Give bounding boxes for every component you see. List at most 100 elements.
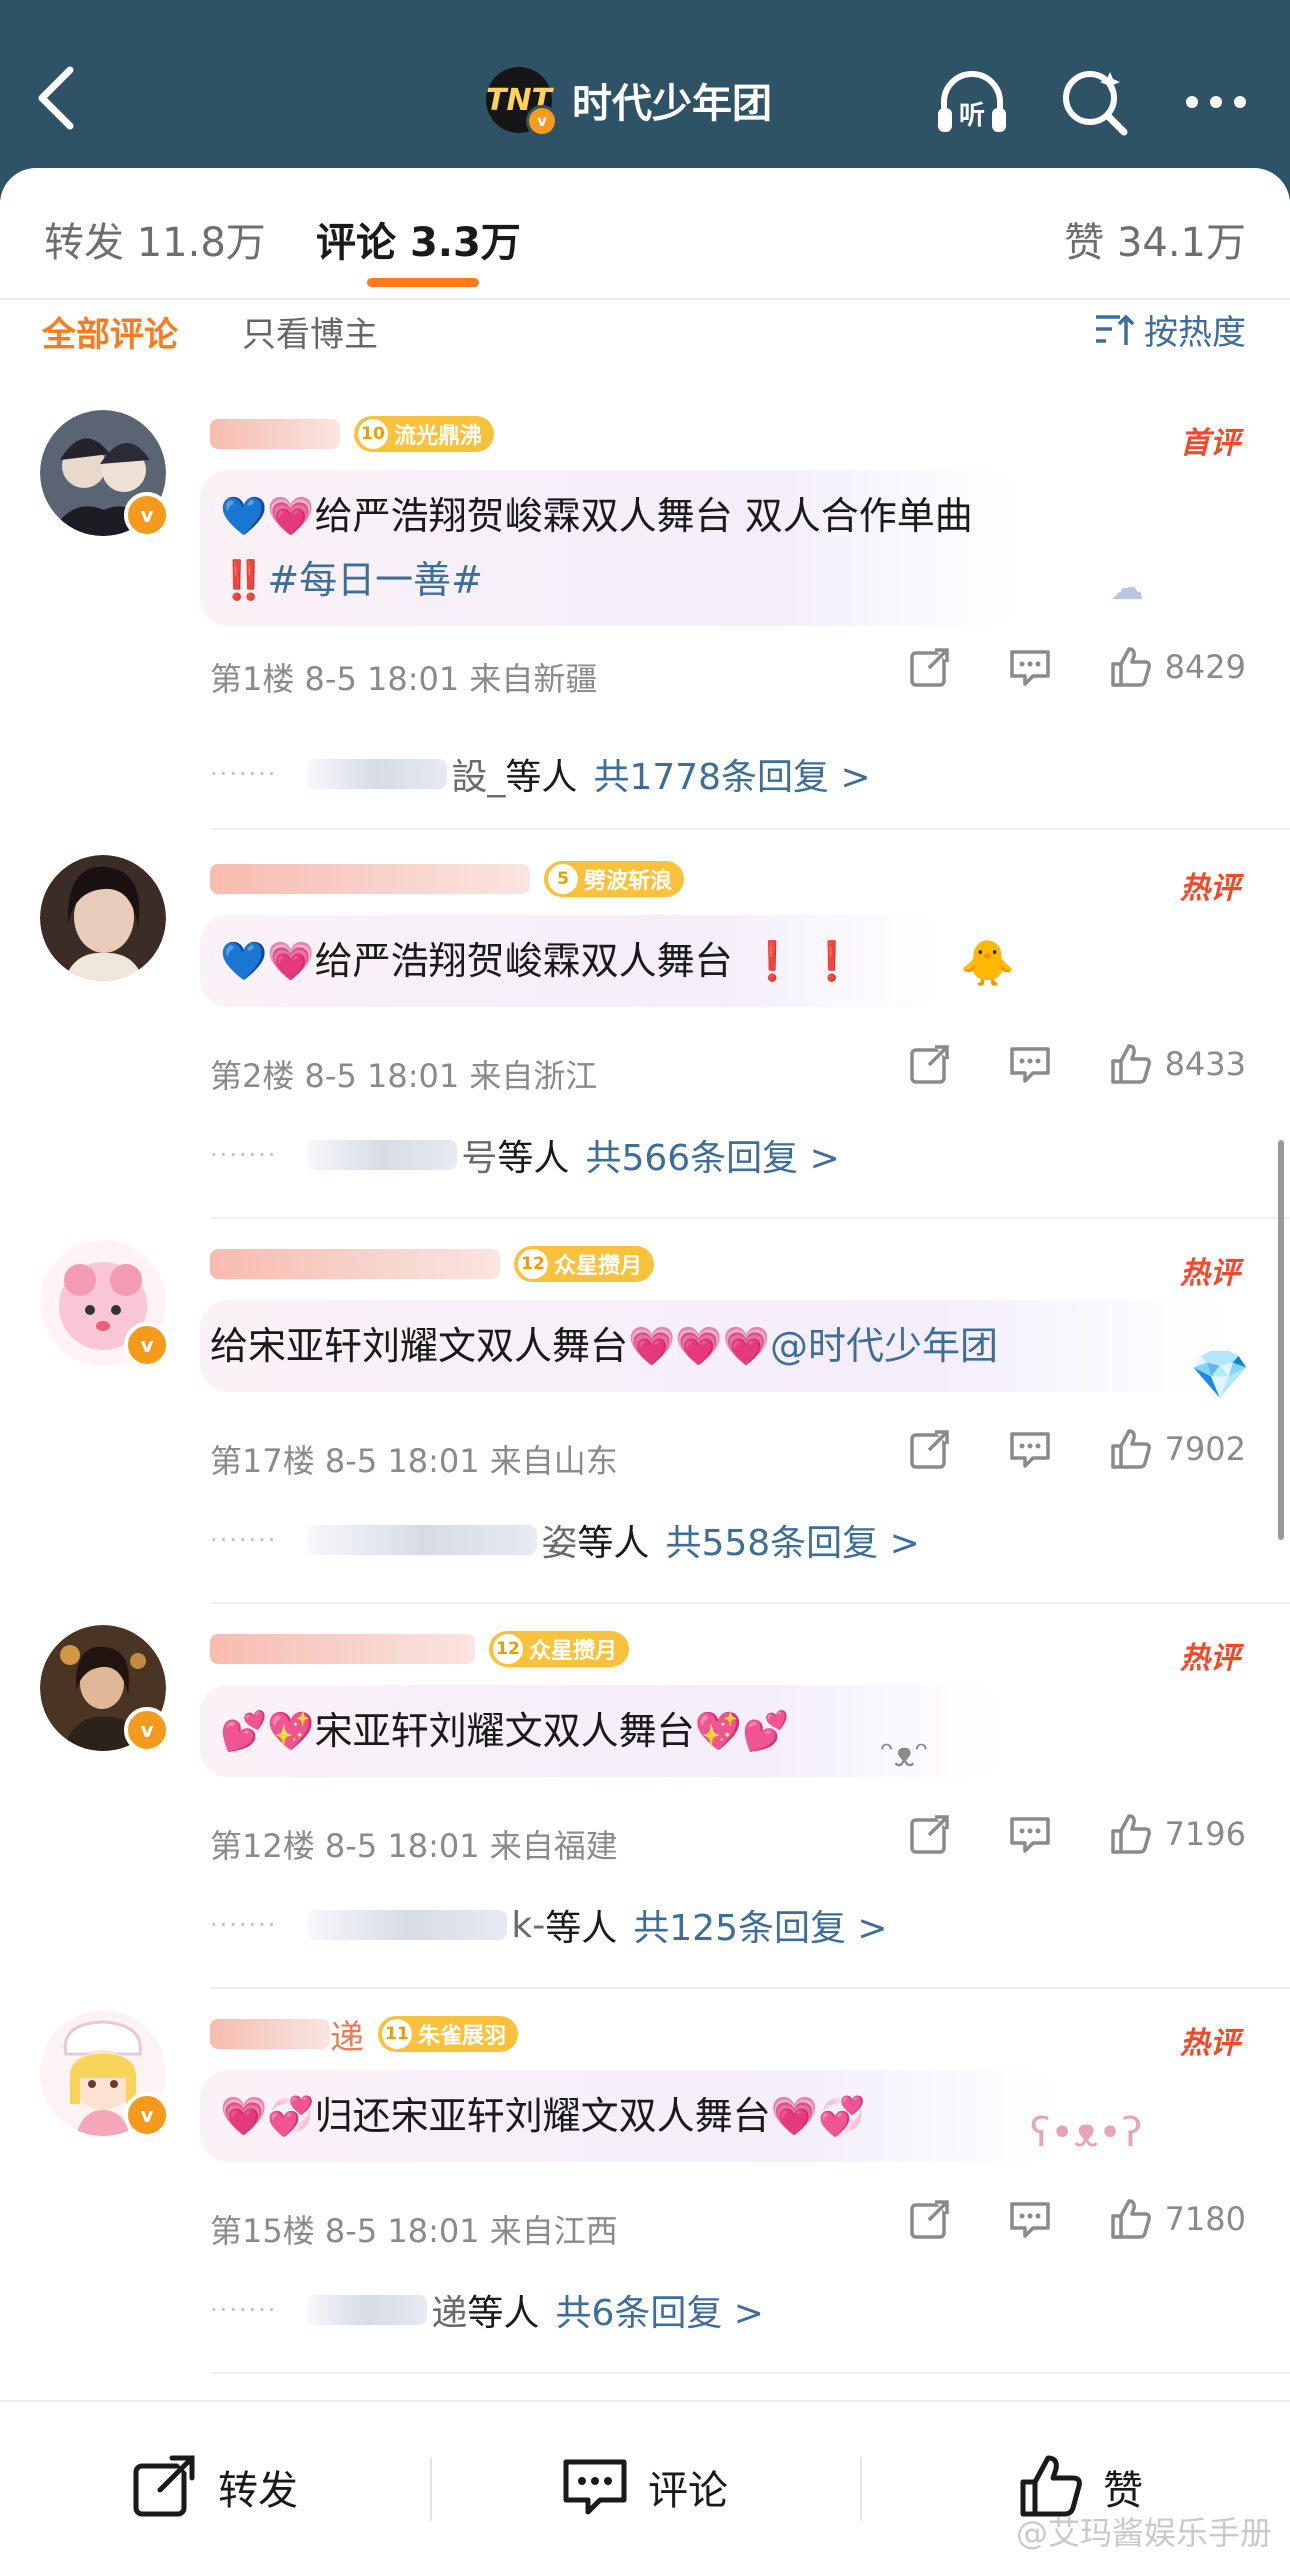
comment-time: 8-5 18:01 — [324, 1442, 480, 1480]
replies-summary[interactable]: ······· 递 等人 共6条回复 > — [210, 2284, 764, 2336]
reply-username-redacted — [307, 759, 448, 789]
comment-meta: 第12楼 8-5 18:01 来自福建 — [210, 1821, 618, 1867]
active-tab-indicator — [367, 278, 479, 287]
avatar[interactable] — [40, 855, 166, 981]
reply-suffix: 等人 — [545, 1908, 618, 1949]
thumbs-up-icon — [1110, 647, 1151, 687]
thumbs-up-icon — [1110, 1429, 1151, 1469]
thumbs-up-icon — [1110, 1044, 1151, 1084]
username[interactable]: 10 流光鼎沸 — [210, 412, 495, 456]
reply-comment-icon[interactable] — [1007, 2196, 1053, 2242]
fan-level-badge: 5 劈波斩浪 — [544, 861, 685, 897]
listen-headphones-icon[interactable]: 听 — [932, 62, 1012, 142]
thumbs-up-icon — [1110, 2199, 1151, 2239]
view-replies-link[interactable]: 共558条回复 > — [665, 1514, 919, 1566]
thumbs-up-icon — [1110, 1814, 1151, 1854]
view-replies-link[interactable]: 共6条回复 > — [555, 2284, 764, 2336]
chick-sticker-icon: 🐥 — [960, 938, 1015, 989]
floor-number: 第15楼 — [210, 2212, 315, 2250]
share-icon[interactable] — [907, 1811, 953, 1857]
avatar[interactable]: v — [40, 1240, 170, 1368]
comment-meta: 第2楼 8-5 18:01 来自浙江 — [210, 1051, 597, 1097]
more-options-icon[interactable] — [1176, 62, 1256, 142]
comment-actions: 8433 — [853, 1041, 1246, 1087]
share-icon[interactable] — [907, 644, 953, 690]
reply-username-redacted — [307, 2295, 428, 2325]
mention-link[interactable]: @时代少年团 — [770, 1324, 998, 1368]
share-icon[interactable] — [907, 2196, 953, 2242]
comment-text: 宋亚轩刘耀文双人舞台 — [314, 1709, 695, 1753]
username[interactable]: 12 众星攒月 — [210, 1627, 630, 1671]
comment-button[interactable]: 评论 — [560, 2452, 728, 2522]
comment-separator — [210, 828, 1290, 830]
tab-repost[interactable]: 转发 11.8万 — [44, 210, 266, 268]
fan-level-number: 12 — [518, 1249, 548, 1279]
comment-item: v 10 流光鼎沸 首评 💙💗给严浩翔贺峻霖双人舞台 双人合作单曲 ‼️#每日一… — [0, 410, 1290, 830]
replies-summary[interactable]: ······· 姿 等人 共558条回复 > — [210, 1514, 920, 1566]
view-replies-link[interactable]: 共125条回复 > — [633, 1899, 887, 1951]
like-button[interactable]: 8433 — [1107, 1041, 1246, 1087]
verified-badge-icon: v — [124, 2092, 170, 2138]
tab-repost-count: 11.8万 — [136, 220, 266, 266]
reply-comment-icon[interactable] — [1007, 1811, 1053, 1857]
tab-likes[interactable]: 赞 34.1万 — [1064, 210, 1246, 268]
avatar[interactable]: v — [40, 1625, 170, 1753]
reply-comment-icon[interactable] — [1007, 1041, 1053, 1087]
repost-icon — [133, 2455, 195, 2517]
bottom-divider — [430, 2457, 432, 2521]
username[interactable]: 递 11 朱雀展羽 — [210, 2012, 519, 2058]
avatar[interactable]: v — [40, 410, 170, 538]
like-button[interactable]: 7196 — [1107, 1811, 1246, 1857]
comment-item: v 12 众星攒月 热评 💕💖宋亚轩刘耀文双人舞台💖💕 ᵔᴥᵔ 第12楼 8-5… — [0, 1625, 1290, 2010]
replies-summary[interactable]: ······· 号 等人 共566条回复 > — [210, 1129, 840, 1181]
tab-comments[interactable]: 评论 3.3万 — [316, 210, 521, 268]
floor-number: 第12楼 — [210, 1827, 315, 1865]
replies-summary[interactable]: ······· 設_ 等人 共1778条回复 > — [210, 748, 871, 800]
comment-text-bubble[interactable]: 💙💗给严浩翔贺峻霖双人舞台 双人合作单曲 ‼️#每日一善# — [200, 470, 1020, 626]
search-icon[interactable] — [1054, 62, 1134, 142]
comment-item: v 12 众星攒月 热评 给宋亚轩刘耀文双人舞台💗💗💗@时代少年团 💎 第17楼… — [0, 1240, 1290, 1625]
comment-icon — [563, 2459, 627, 2515]
sort-by-hot-button[interactable]: 按热度 — [1092, 305, 1246, 354]
filter-all-comments[interactable]: 全部评论 — [42, 307, 178, 356]
comment-separator — [210, 1987, 1290, 1989]
fan-level-number: 5 — [548, 864, 578, 894]
share-icon[interactable] — [907, 1041, 953, 1087]
reply-username-redacted — [307, 1140, 458, 1170]
repost-button[interactable]: 转发 — [130, 2452, 298, 2522]
reply-dots-icon: ······· — [210, 1911, 278, 1939]
comment-actions: 7196 — [853, 1811, 1246, 1857]
reply-comment-icon[interactable] — [1007, 644, 1053, 690]
share-icon[interactable] — [907, 1426, 953, 1472]
comment-text-bubble[interactable]: 💙💗给严浩翔贺峻霖双人舞台 ❗ ❗ — [200, 915, 940, 1007]
comment-time: 8-5 18:01 — [324, 2212, 480, 2250]
listen-label: 听 — [959, 101, 985, 131]
username-visible-part: 递 — [330, 2017, 364, 2058]
hot-comment-badge: 热评 — [1180, 1641, 1240, 1676]
scrollbar[interactable] — [1278, 1140, 1284, 1540]
filter-blogger-only[interactable]: 只看博主 — [242, 307, 378, 356]
like-button[interactable]: 8429 — [1107, 644, 1246, 690]
reply-suffix: 等人 — [497, 1138, 570, 1179]
view-replies-link[interactable]: 共566条回复 > — [585, 1129, 839, 1181]
avatar[interactable]: v — [40, 2010, 170, 2138]
like-button[interactable]: 7180 — [1107, 2196, 1246, 2242]
reply-suffix: 等人 — [577, 1523, 650, 1564]
replies-summary[interactable]: ······· k- 等人 共125条回复 > — [210, 1899, 888, 1951]
back-arrow-icon[interactable] — [30, 62, 86, 134]
account-header[interactable]: TNT v 时代少年团 — [486, 64, 772, 137]
like-button[interactable]: 7902 — [1107, 1426, 1246, 1472]
username[interactable]: 5 劈波斩浪 — [210, 857, 685, 901]
comment-text-bubble[interactable]: 💗💞归还宋亚轩刘耀文双人舞台💗💞 — [200, 2070, 1060, 2162]
username[interactable]: 12 众星攒月 — [210, 1242, 655, 1286]
comment-text-bubble[interactable]: 给宋亚轩刘耀文双人舞台💗💗💗@时代少年团 — [200, 1300, 1230, 1392]
exclamation-icon: ❗ ❗ — [748, 939, 856, 983]
comment-emoji: 💙💗 — [220, 494, 315, 538]
fan-level-title: 众星攒月 — [554, 1254, 643, 1279]
reply-comment-icon[interactable] — [1007, 1426, 1053, 1472]
username-redacted — [210, 419, 340, 449]
view-replies-link[interactable]: 共1778条回复 > — [593, 748, 870, 800]
account-name: 时代少年团 — [572, 81, 772, 127]
hashtag-link[interactable]: #每日一善# — [267, 558, 483, 602]
reply-suffix: 等人 — [505, 757, 578, 798]
